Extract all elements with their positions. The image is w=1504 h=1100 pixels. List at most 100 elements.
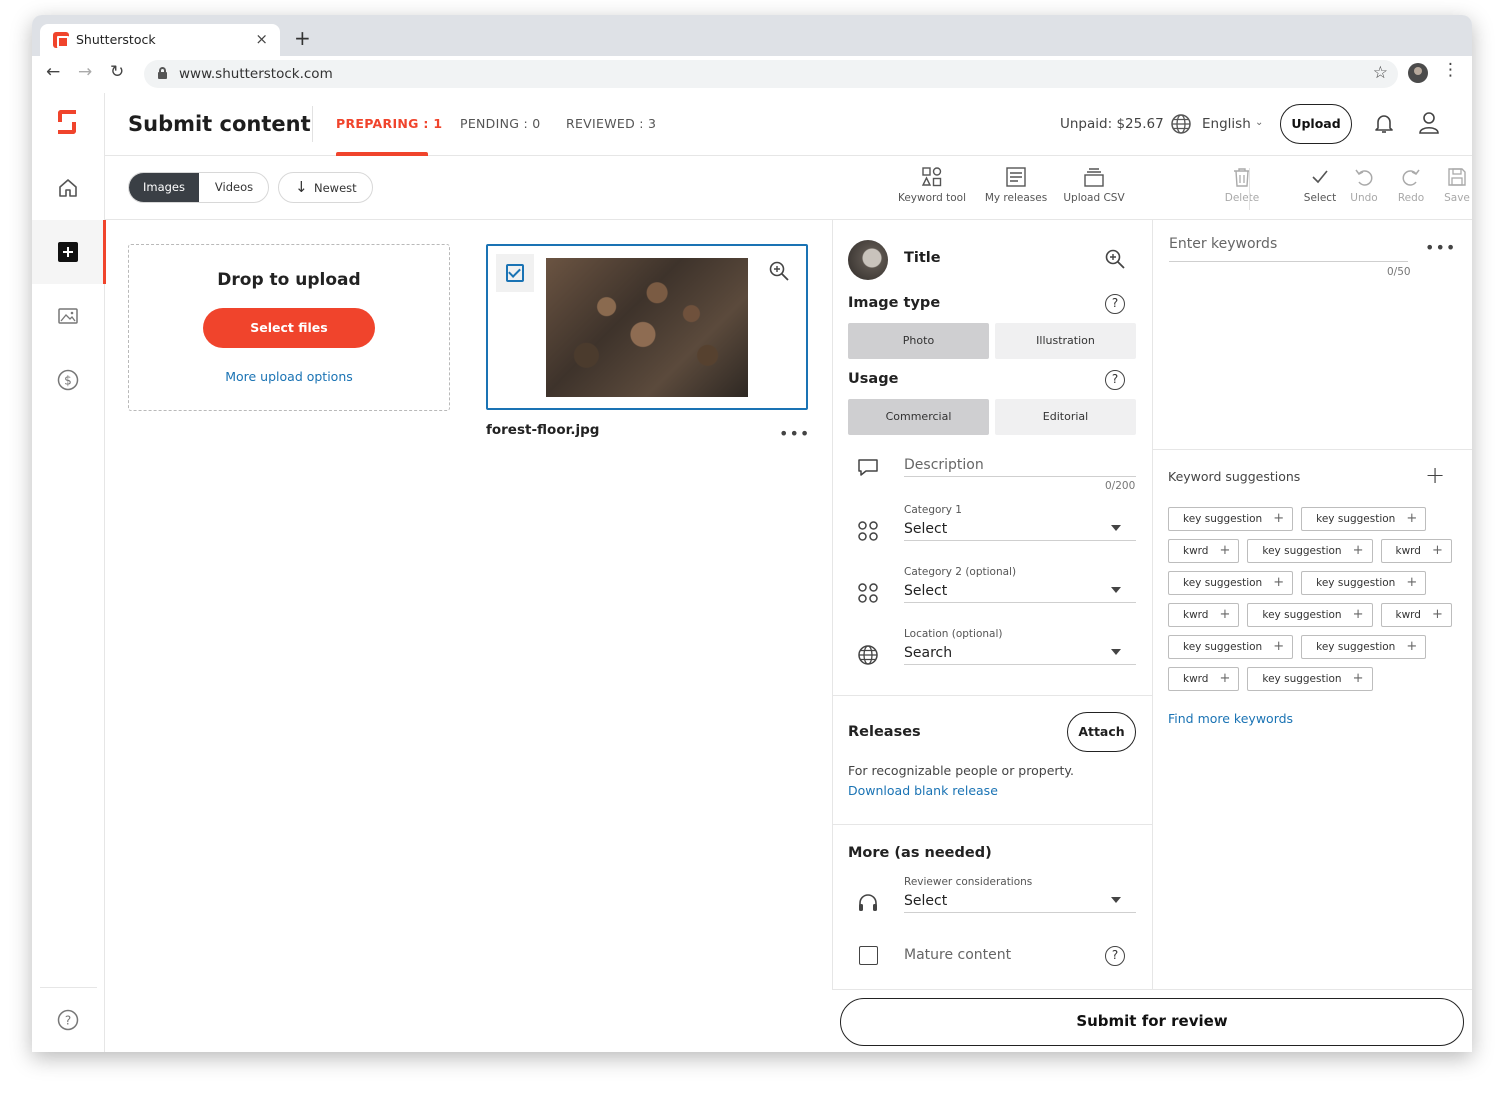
address-bar[interactable]: www.shutterstock.com ☆ <box>144 60 1398 88</box>
keyword-chip-row: key suggestion + key suggestion + <box>1168 507 1458 531</box>
plus-icon[interactable]: + <box>1273 511 1284 526</box>
keyword-chip[interactable]: key suggestion + <box>1247 667 1373 691</box>
upload-csv-button[interactable]: Upload CSV <box>1063 166 1125 204</box>
language-selector[interactable]: English <box>1202 116 1251 132</box>
tab-reviewed[interactable]: REVIEWED : 3 <box>566 116 656 131</box>
tab-pending[interactable]: PENDING : 0 <box>460 116 541 131</box>
back-arrow-icon[interactable]: ← <box>46 62 60 82</box>
keywords-divider <box>1153 449 1472 450</box>
keyword-chip-row: key suggestion + key suggestion + <box>1168 635 1458 659</box>
title-field[interactable]: Title <box>904 250 941 266</box>
mature-content-checkbox[interactable] <box>859 946 878 965</box>
keyword-chip[interactable]: kwrd + <box>1168 667 1240 691</box>
add-keyword-icon[interactable]: + <box>1425 461 1445 489</box>
help-icon[interactable]: ? <box>1105 946 1125 966</box>
forward-arrow-icon[interactable]: → <box>78 62 92 82</box>
images-toggle[interactable]: Images <box>129 173 199 202</box>
browser-tab[interactable]: Shutterstock × <box>40 24 280 56</box>
keyword-chip[interactable]: key suggestion + <box>1301 571 1427 595</box>
commercial-option[interactable]: Commercial <box>848 399 989 435</box>
editorial-option[interactable]: Editorial <box>995 399 1136 435</box>
plus-icon[interactable]: + <box>1273 639 1284 654</box>
videos-toggle[interactable]: Videos <box>199 173 268 202</box>
keyword-chip[interactable]: key suggestion + <box>1301 635 1427 659</box>
keyword-tool-button[interactable]: Keyword tool <box>897 166 967 204</box>
category2-select[interactable]: Select <box>904 583 947 599</box>
find-more-keywords-link[interactable]: Find more keywords <box>1168 711 1293 726</box>
drop-zone[interactable]: Drop to upload Select files More upload … <box>128 244 450 411</box>
photo-option[interactable]: Photo <box>848 323 989 359</box>
plus-icon[interactable]: + <box>1353 543 1364 558</box>
reviewer-considerations-select[interactable]: Select <box>904 893 947 909</box>
globe-icon[interactable] <box>1170 113 1192 135</box>
image-card[interactable] <box>486 244 808 410</box>
plus-icon[interactable]: + <box>1406 575 1417 590</box>
keyword-chip[interactable]: key suggestion + <box>1301 507 1427 531</box>
zoom-in-icon[interactable] <box>768 260 790 282</box>
help-icon: ? <box>57 1009 79 1031</box>
upload-button[interactable]: Upload <box>1280 104 1352 144</box>
delete-button[interactable]: Delete <box>1223 166 1261 204</box>
profile-avatar[interactable] <box>1408 63 1428 83</box>
keyword-chip[interactable]: kwrd + <box>1168 539 1240 563</box>
keywords-input[interactable]: Enter keywords <box>1169 236 1277 252</box>
close-tab-icon[interactable]: × <box>255 30 268 48</box>
sidebar-item-submit[interactable] <box>32 220 106 284</box>
keyword-chip[interactable]: key suggestion + <box>1247 539 1373 563</box>
help-icon[interactable]: ? <box>1105 294 1125 314</box>
tab-preparing[interactable]: PREPARING : 1 <box>336 116 442 131</box>
plus-icon[interactable]: + <box>1406 511 1417 526</box>
keyword-chip[interactable]: kwrd + <box>1380 539 1452 563</box>
plus-icon[interactable]: + <box>1432 543 1443 558</box>
redo-button[interactable]: Redo <box>1395 166 1427 204</box>
plus-icon[interactable]: + <box>1219 543 1230 558</box>
illustration-option[interactable]: Illustration <box>995 323 1136 359</box>
image-thumbnail[interactable] <box>546 258 748 397</box>
sidebar-item-help[interactable]: ? <box>32 988 105 1052</box>
bookmark-star-icon[interactable]: ☆ <box>1373 63 1388 83</box>
plus-icon[interactable]: + <box>1273 575 1284 590</box>
location-search[interactable]: Search <box>904 645 952 661</box>
bell-icon[interactable] <box>1372 111 1396 135</box>
browser-menu-icon[interactable]: ⋮ <box>1442 60 1459 80</box>
keyword-chip-label: kwrd <box>1183 673 1209 685</box>
sidebar-item-earnings[interactable]: $ <box>32 348 105 412</box>
plus-icon[interactable]: + <box>1406 639 1417 654</box>
select-button[interactable]: Select <box>1301 166 1339 204</box>
help-icon[interactable]: ? <box>1105 370 1125 390</box>
more-options-icon[interactable]: ••• <box>779 424 810 443</box>
keyword-chip[interactable]: key suggestion + <box>1168 635 1294 659</box>
keyword-chip-label: key suggestion <box>1316 577 1396 589</box>
keyword-chip[interactable]: key suggestion + <box>1247 603 1373 627</box>
keyword-chip[interactable]: key suggestion + <box>1168 571 1294 595</box>
shutterstock-logo-icon[interactable] <box>56 110 78 136</box>
category1-select[interactable]: Select <box>904 521 947 537</box>
plus-icon[interactable]: + <box>1219 607 1230 622</box>
zoom-in-icon[interactable] <box>1104 248 1126 270</box>
new-tab-icon[interactable]: + <box>294 26 311 50</box>
plus-icon[interactable]: + <box>1432 607 1443 622</box>
keyword-chip[interactable]: key suggestion + <box>1168 507 1294 531</box>
card-select-area[interactable] <box>496 254 534 292</box>
plus-icon[interactable]: + <box>1353 671 1364 686</box>
sort-button[interactable]: ↓ Newest <box>278 172 373 203</box>
attach-button[interactable]: Attach <box>1067 712 1136 752</box>
checked-checkbox-icon[interactable] <box>506 264 524 282</box>
keyword-chip[interactable]: kwrd + <box>1380 603 1452 627</box>
plus-icon[interactable]: + <box>1219 671 1230 686</box>
select-files-button[interactable]: Select files <box>203 308 375 348</box>
plus-icon[interactable]: + <box>1353 607 1364 622</box>
user-icon[interactable] <box>1417 110 1441 136</box>
save-button[interactable]: Save <box>1441 166 1472 204</box>
my-releases-button[interactable]: My releases <box>984 166 1048 204</box>
description-input[interactable]: Description <box>904 457 984 473</box>
undo-button[interactable]: Undo <box>1348 166 1380 204</box>
submit-for-review-button[interactable]: Submit for review <box>840 998 1464 1046</box>
reload-icon[interactable]: ↻ <box>110 62 124 82</box>
download-release-link[interactable]: Download blank release <box>848 783 998 798</box>
keyword-chip[interactable]: kwrd + <box>1168 603 1240 627</box>
more-upload-options-link[interactable]: More upload options <box>129 369 449 384</box>
more-options-icon[interactable]: ••• <box>1425 238 1456 257</box>
sidebar-item-home[interactable] <box>32 156 105 220</box>
sidebar-item-portfolio[interactable] <box>32 284 105 348</box>
